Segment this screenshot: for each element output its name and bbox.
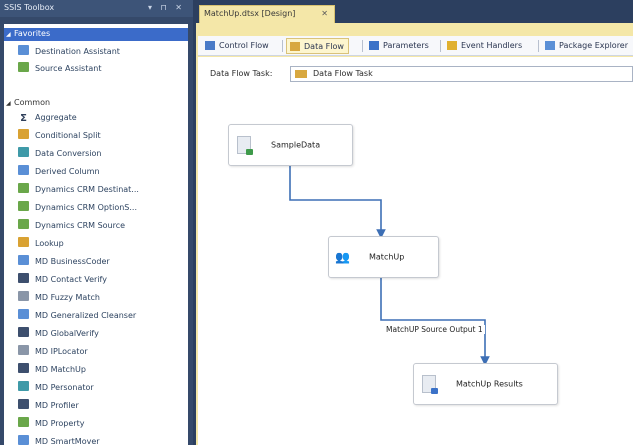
source-assistant-icon	[18, 62, 29, 72]
matchup-people-icon: 👥	[335, 250, 350, 264]
toolbox-item-lookup[interactable]: Lookup	[18, 236, 186, 252]
toolbox-item-source-assistant[interactable]: Source Assistant	[18, 61, 186, 77]
toolbox-item-dynamics-crm-source[interactable]: Dynamics CRM Source	[18, 218, 186, 234]
toolbox-item-destination-assistant[interactable]: Destination Assistant	[18, 44, 186, 60]
md-property-icon	[18, 417, 29, 427]
toolbox-item-md-smartmover[interactable]: MD SmartMover	[18, 434, 186, 445]
matchup-results-destination-node[interactable]: MatchUp Results	[413, 363, 558, 405]
tab-divider	[440, 40, 441, 52]
common-section-header[interactable]: ◢ Common	[4, 97, 188, 110]
sampledata-source-node[interactable]: SampleData	[228, 124, 353, 166]
md-iplocator-icon	[18, 345, 29, 355]
event-handlers-icon	[447, 41, 457, 50]
destination-assistant-icon	[18, 45, 29, 55]
designer-tab-bar: Control Flow Data Flow Parameters Event …	[198, 36, 633, 56]
toolbox-item-md-matchup[interactable]: MD MatchUp	[18, 362, 186, 378]
md-personator-icon	[18, 381, 29, 391]
data-flow-icon	[290, 42, 300, 51]
path-output-label: MatchUP Source Output 1	[384, 325, 485, 334]
data-flow-task-bar: Data Flow Task: Data Flow Task	[198, 57, 633, 88]
toolbox-item-conditional-split[interactable]: Conditional Split	[18, 128, 186, 144]
aggregate-icon: Σ	[20, 113, 27, 124]
tab-parameters[interactable]: Parameters	[366, 38, 433, 54]
control-flow-icon	[205, 41, 215, 50]
dynamics-crm-icon	[18, 219, 29, 229]
md-fuzzy-match-icon	[18, 291, 29, 301]
md-profiler-icon	[18, 399, 29, 409]
destination-component-icon	[422, 375, 438, 394]
node-label: SampleData	[271, 140, 321, 150]
toolbox-title-bar: SSIS Toolbox ▾ ⊓ ✕	[0, 0, 193, 17]
favorites-section-header[interactable]: ◢ Favorites	[4, 28, 188, 41]
md-smartmover-icon	[18, 435, 29, 445]
node-label: MatchUp	[369, 252, 405, 262]
document-tab[interactable]: MatchUp.dtsx [Design] ✕	[199, 5, 335, 23]
md-globalverify-icon	[18, 327, 29, 337]
toolbox-item-md-globalverify[interactable]: MD GlobalVerify	[18, 326, 186, 342]
tab-divider	[538, 40, 539, 52]
collapse-arrow-icon: ◢	[6, 31, 11, 38]
toolbox-item-aggregate[interactable]: Σ Aggregate	[18, 110, 186, 126]
collapse-arrow-icon: ◢	[6, 100, 11, 107]
toolbox-item-md-property[interactable]: MD Property	[18, 416, 186, 432]
data-flow-task-value: Data Flow Task	[313, 69, 373, 78]
conditional-split-icon	[18, 129, 29, 139]
dynamics-crm-icon	[18, 201, 29, 211]
toolbox-item-md-personator[interactable]: MD Personator	[18, 380, 186, 396]
toolbox-item-md-fuzzy-match[interactable]: MD Fuzzy Match	[18, 290, 186, 306]
data-flow-task-icon	[295, 70, 307, 78]
matchup-transform-node[interactable]: 👥 MatchUp	[328, 236, 439, 278]
lookup-icon	[18, 237, 29, 247]
tab-data-flow[interactable]: Data Flow	[286, 38, 349, 54]
dynamics-crm-icon	[18, 183, 29, 193]
toolbox-body: ◢ Favorites Destination Assistant Source …	[4, 24, 188, 445]
tab-control-flow[interactable]: Control Flow	[202, 38, 273, 54]
document-tab-title: MatchUp.dtsx [Design]	[204, 9, 296, 18]
tab-divider	[282, 40, 283, 52]
toolbox-item-dynamics-crm-destination[interactable]: Dynamics CRM Destinat...	[18, 182, 186, 198]
data-flow-canvas[interactable]: SampleData 👥 MatchUp MatchUp Results Mat…	[198, 88, 633, 445]
tab-divider	[362, 40, 363, 52]
data-flow-task-select[interactable]: Data Flow Task	[290, 66, 633, 82]
toolbox-item-md-profiler[interactable]: MD Profiler	[18, 398, 186, 414]
path-matchup-to-results[interactable]	[380, 278, 490, 366]
data-conversion-icon	[18, 147, 29, 157]
toolbox-item-derived-column[interactable]: Derived Column	[18, 164, 186, 180]
derived-column-icon	[18, 165, 29, 175]
md-generalized-cleanser-icon	[18, 309, 29, 319]
toolbox-item-dynamics-crm-optionset[interactable]: Dynamics CRM OptionS...	[18, 200, 186, 216]
toolbox-title: SSIS Toolbox	[4, 3, 55, 12]
toolbox-item-md-iplocator[interactable]: MD IPLocator	[18, 344, 186, 360]
toolbox-item-data-conversion[interactable]: Data Conversion	[18, 146, 186, 162]
md-businesscoder-icon	[18, 255, 29, 265]
toolbox-window-buttons[interactable]: ▾ ⊓ ✕	[148, 3, 185, 12]
package-explorer-icon	[545, 41, 555, 50]
tab-event-handlers[interactable]: Event Handlers	[444, 38, 526, 54]
md-matchup-icon	[18, 363, 29, 373]
data-flow-task-label: Data Flow Task:	[210, 69, 273, 78]
toolbox-item-md-businesscoder[interactable]: MD BusinessCoder	[18, 254, 186, 270]
ssis-toolbox-panel: SSIS Toolbox ▾ ⊓ ✕ ◢ Favorites Destinatio…	[0, 0, 193, 445]
md-contact-verify-icon	[18, 273, 29, 283]
tab-package-explorer[interactable]: Package Explorer	[542, 38, 632, 54]
node-label: MatchUp Results	[456, 379, 523, 389]
parameters-icon	[369, 41, 379, 50]
toolbox-item-md-generalized-cleanser[interactable]: MD Generalized Cleanser	[18, 308, 186, 324]
source-component-icon	[237, 136, 253, 155]
path-sampledata-to-matchup[interactable]	[289, 166, 386, 239]
toolbox-item-md-contact-verify[interactable]: MD Contact Verify	[18, 272, 186, 288]
close-icon[interactable]: ✕	[321, 9, 328, 18]
